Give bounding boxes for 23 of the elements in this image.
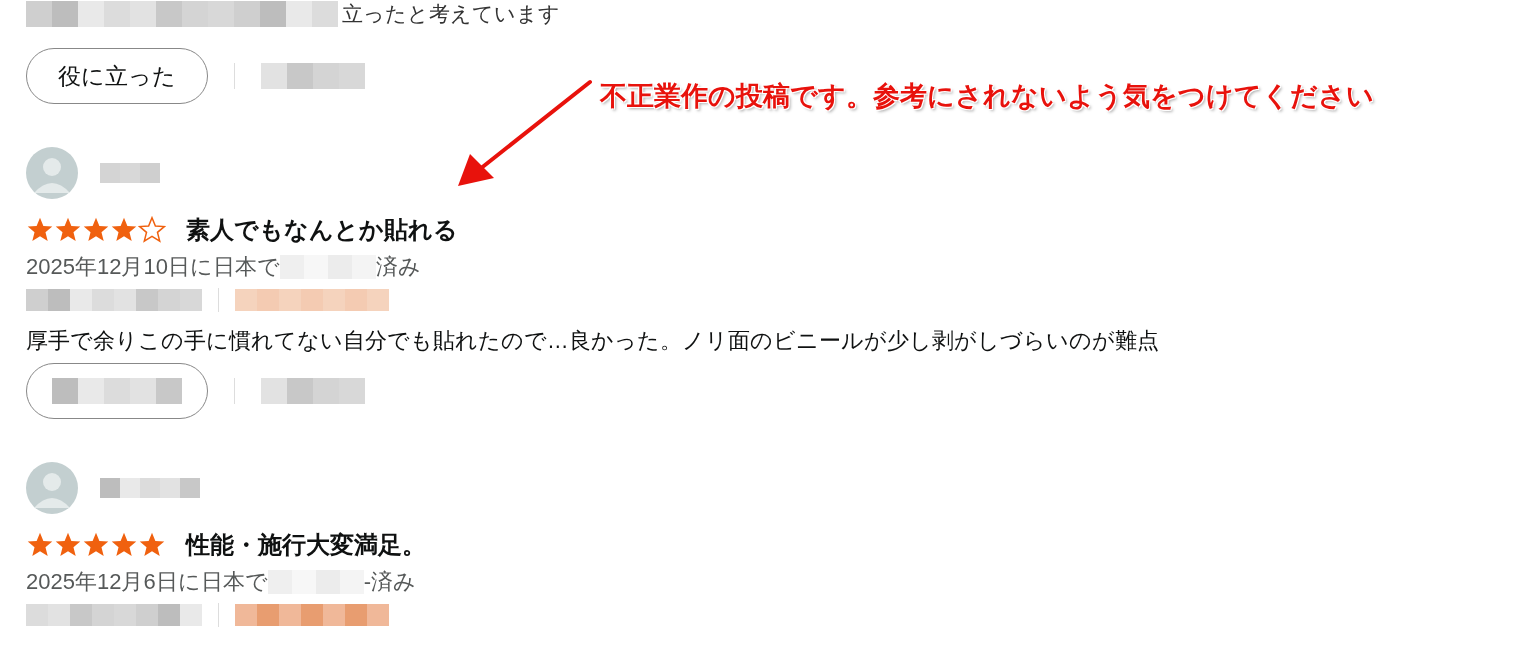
review-date: 2025年12月6日に日本で — [26, 568, 268, 596]
filled-star-icon — [138, 531, 166, 559]
filled-star-icon — [110, 216, 138, 244]
review-date: 2025年12月10日に日本で — [26, 253, 280, 281]
review-body: 厚手で余りこの手に慣れてない自分でも貼れたので…良かった。ノリ面のビニールが少し剥がしづらいのが難点 — [26, 327, 1160, 355]
purchase-status: -済み — [363, 568, 416, 596]
annotation-text: 不正業作の投稿です。参考にされないよう気をつけてください — [600, 80, 1374, 113]
helpful-button[interactable] — [26, 363, 208, 419]
avatar-icon — [26, 462, 78, 514]
filled-star-icon — [54, 216, 82, 244]
filled-star-icon — [26, 216, 54, 244]
avatar-icon — [26, 147, 78, 199]
filled-star-icon — [110, 531, 138, 559]
helpful-button[interactable]: 役に立った — [26, 48, 208, 104]
review-title: 素人でもなんとか貼れる — [186, 215, 458, 245]
pixelated-area — [100, 163, 160, 183]
review-text: 立ったと考えています — [342, 1, 560, 27]
review-title: 性能・施行大変満足。 — [186, 530, 426, 560]
filled-star-icon — [82, 216, 110, 244]
filled-star-icon — [26, 531, 54, 559]
filled-star-icon — [82, 531, 110, 559]
filled-star-icon — [54, 531, 82, 559]
purchase-status: 済み — [375, 253, 421, 281]
